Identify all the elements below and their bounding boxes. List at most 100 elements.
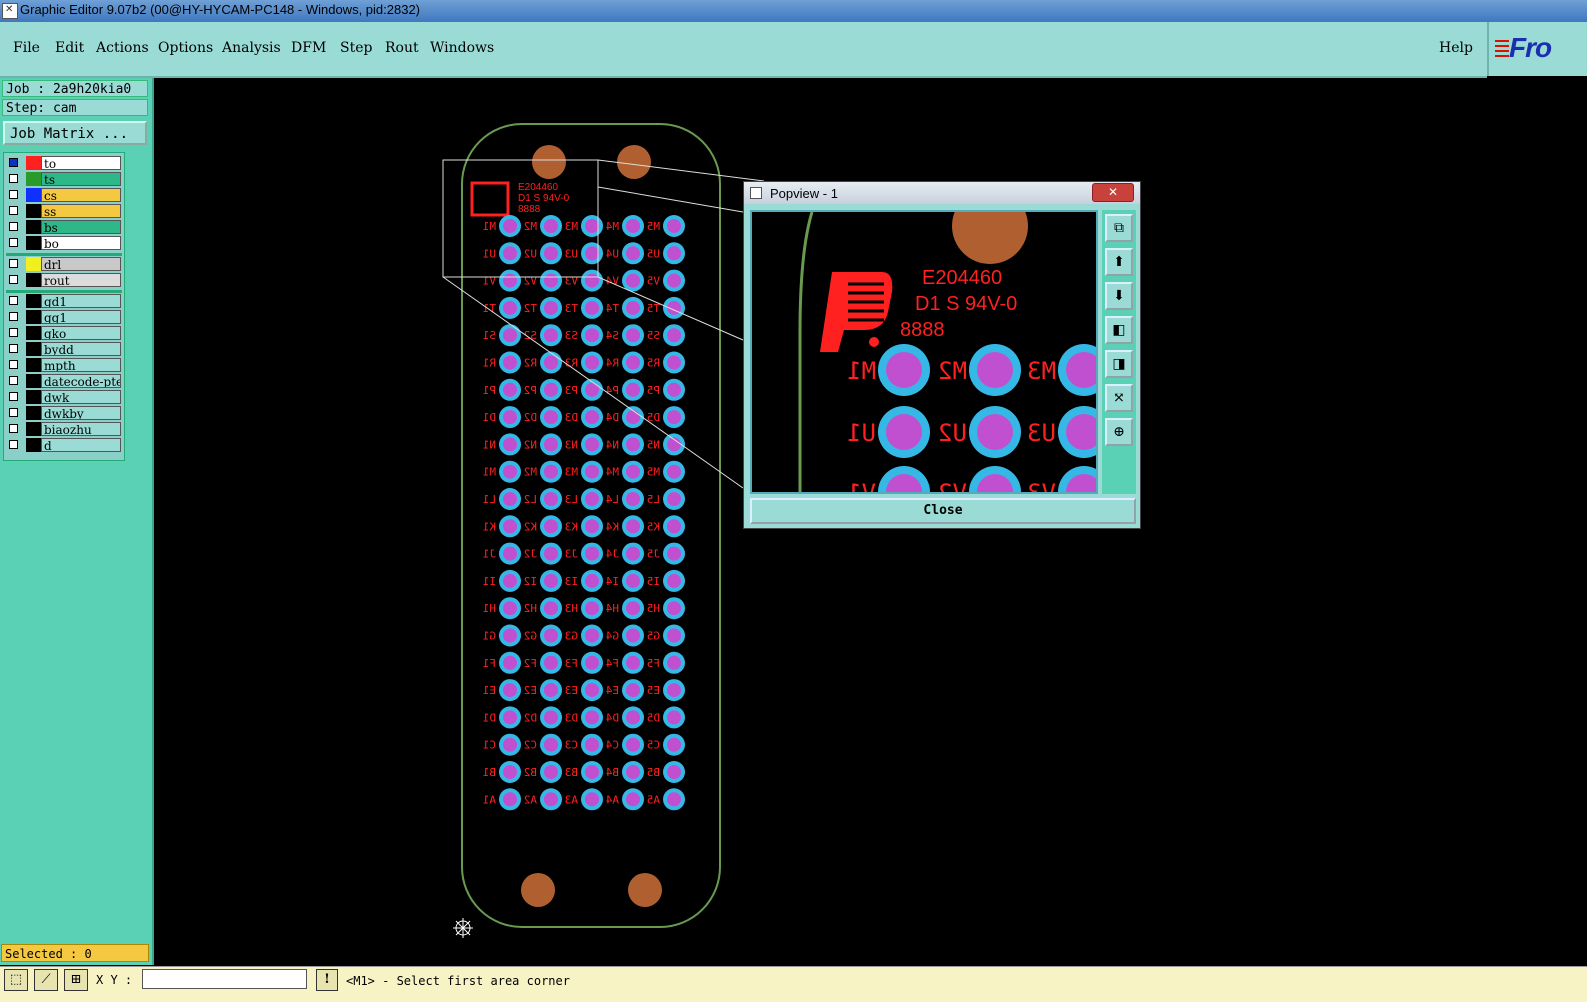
- layer-row-bs[interactable]: bs: [6, 220, 122, 234]
- menu-step[interactable]: Step: [340, 40, 372, 56]
- layer-checkbox[interactable]: [9, 190, 18, 199]
- layer-row-gg1[interactable]: gg1: [6, 310, 122, 324]
- layer-name[interactable]: mpth: [41, 358, 121, 372]
- layer-name[interactable]: ss: [41, 204, 121, 218]
- zoom-home-icon[interactable]: ⧉: [1105, 214, 1133, 242]
- layer-checkbox[interactable]: [9, 275, 18, 284]
- layer-name[interactable]: datecode-pte: [41, 374, 121, 388]
- pad-label: R4: [605, 357, 619, 370]
- pad-inner: [585, 737, 599, 752]
- pad-label: I3: [565, 575, 578, 588]
- layer-checkbox[interactable]: [9, 440, 18, 449]
- layer-checkbox[interactable]: [9, 328, 18, 337]
- pad-inner: [585, 519, 599, 534]
- layer-checkbox[interactable]: [9, 238, 18, 247]
- layer-name[interactable]: d: [41, 438, 121, 452]
- layer-checkbox[interactable]: [9, 344, 18, 353]
- menu-actions[interactable]: Actions: [96, 40, 149, 56]
- pad-inner: [626, 573, 640, 588]
- layer-name[interactable]: gd1: [41, 294, 121, 308]
- layer-row-to[interactable]: to: [6, 156, 122, 170]
- pad-label: U3: [565, 247, 578, 260]
- layer-row-d[interactable]: d: [6, 438, 122, 452]
- layer-checkbox[interactable]: [9, 360, 18, 369]
- layer-row-bydd[interactable]: bydd: [6, 342, 122, 356]
- pad-label: N5: [647, 438, 660, 451]
- layer-row-gd1[interactable]: gd1: [6, 294, 122, 308]
- layer-name[interactable]: ts: [41, 172, 121, 186]
- pad-label: H4: [605, 602, 619, 615]
- layer-checkbox[interactable]: [9, 158, 18, 167]
- pan-down-icon[interactable]: ⬇: [1105, 282, 1133, 310]
- layer-checkbox[interactable]: [9, 408, 18, 417]
- xy-input[interactable]: [142, 969, 307, 989]
- layer-row-rout[interactable]: rout: [6, 273, 122, 287]
- zoom-fit-icon[interactable]: ⤧: [1105, 384, 1133, 412]
- pad-inner: [626, 246, 640, 261]
- pan-right-icon[interactable]: ◨: [1105, 350, 1133, 378]
- menu-dfm[interactable]: DFM: [291, 40, 326, 56]
- layer-name[interactable]: cs: [41, 188, 121, 202]
- menu-file[interactable]: File: [13, 40, 40, 56]
- pad-inner: [585, 655, 599, 670]
- layer-name[interactable]: to: [41, 156, 121, 170]
- layer-name[interactable]: bydd: [41, 342, 121, 356]
- popview-close-icon[interactable]: ✕: [1092, 183, 1134, 202]
- layer-checkbox[interactable]: [9, 222, 18, 231]
- pan-left-icon[interactable]: ◧: [1105, 316, 1133, 344]
- pan-up-icon[interactable]: ⬆: [1105, 248, 1133, 276]
- pad-label: I1: [483, 575, 496, 588]
- menu-options[interactable]: Options: [158, 40, 213, 56]
- menu-rout[interactable]: Rout: [385, 40, 419, 56]
- layer-row-ss[interactable]: ss: [6, 204, 122, 218]
- layer-checkbox[interactable]: [9, 376, 18, 385]
- layer-checkbox[interactable]: [9, 392, 18, 401]
- layer-row-drl[interactable]: drl: [6, 257, 122, 271]
- pad-inner: [503, 273, 517, 288]
- layer-name[interactable]: bs: [41, 220, 121, 234]
- layer-row-mpth[interactable]: mpth: [6, 358, 122, 372]
- layer-checkbox[interactable]: [9, 312, 18, 321]
- menu-help[interactable]: Help: [1439, 40, 1473, 56]
- warning-icon[interactable]: !: [316, 969, 338, 991]
- popview-toolbar: ⧉ ⬆ ⬇ ◧ ◨ ⤧ ⊕: [1102, 210, 1136, 494]
- layer-checkbox[interactable]: [9, 424, 18, 433]
- menu-analysis[interactable]: Analysis: [222, 40, 281, 56]
- pad-inner: [503, 355, 517, 370]
- layer-row-cs[interactable]: cs: [6, 188, 122, 202]
- layer-name[interactable]: biaozhu: [41, 422, 121, 436]
- popview-viewport[interactable]: E204460 D1 S 94V-0 8888 M1 M2 M3 U1 U2 U3 V1 V2 V3: [750, 210, 1098, 494]
- layer-name[interactable]: bo: [41, 236, 121, 250]
- layer-checkbox[interactable]: [9, 174, 18, 183]
- layer-row-ts[interactable]: ts: [6, 172, 122, 186]
- zoom-center-icon[interactable]: ⊕: [1105, 418, 1133, 446]
- layer-row-bo[interactable]: bo: [6, 236, 122, 250]
- pad-label: J2: [524, 548, 537, 561]
- layer-row-gko[interactable]: gko: [6, 326, 122, 340]
- layer-name[interactable]: dwkby: [41, 406, 121, 420]
- layer-checkbox[interactable]: [9, 296, 18, 305]
- layer-row-dwk[interactable]: dwk: [6, 390, 122, 404]
- menu-edit[interactable]: Edit: [55, 40, 84, 56]
- select-icon[interactable]: ⬚: [4, 969, 28, 991]
- layer-checkbox[interactable]: [9, 259, 18, 268]
- layer-row-datecode-pte[interactable]: datecode-pte: [6, 374, 122, 388]
- layer-row-biaozhu[interactable]: biaozhu: [6, 422, 122, 436]
- layer-checkbox[interactable]: [9, 206, 18, 215]
- layer-name[interactable]: gko: [41, 326, 121, 340]
- layer-row-dwkby[interactable]: dwkby: [6, 406, 122, 420]
- pad-inner: [585, 792, 599, 807]
- measure-icon[interactable]: ⟋: [34, 969, 58, 991]
- layer-name[interactable]: gg1: [41, 310, 121, 324]
- layer-name[interactable]: drl: [41, 257, 121, 271]
- layer-name[interactable]: rout: [41, 273, 121, 287]
- popview-close-button[interactable]: Close: [750, 498, 1136, 524]
- layer-name[interactable]: dwk: [41, 390, 121, 404]
- menu-windows[interactable]: Windows: [430, 40, 494, 56]
- job-matrix-button[interactable]: Job Matrix ...: [3, 121, 147, 145]
- pad-label: D4: [605, 711, 619, 724]
- pad-inner: [667, 355, 681, 370]
- pad-label: K5: [647, 520, 660, 533]
- grid-icon[interactable]: ⊞: [64, 969, 88, 991]
- popview-title-bar[interactable]: Popview - 1 ✕: [744, 182, 1140, 204]
